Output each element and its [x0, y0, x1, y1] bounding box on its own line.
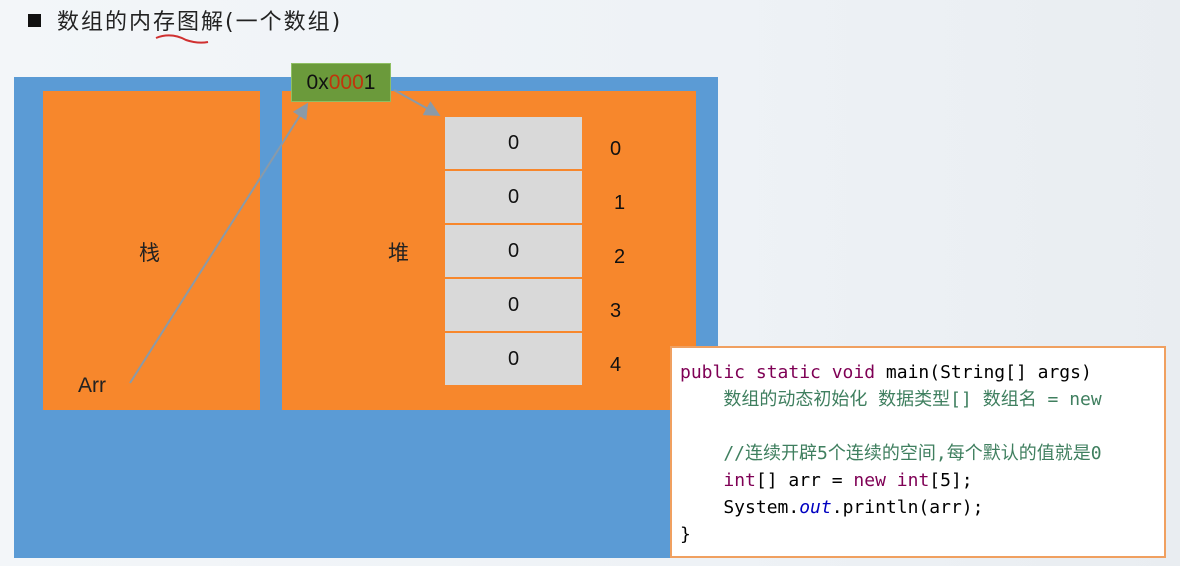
- address-mid: 000: [328, 71, 364, 94]
- code-line-5: int[] arr = new int[5];: [723, 470, 973, 491]
- address-arrow: [393, 89, 441, 116]
- code-line-4: //连续开辟5个连续的空间,每个默认的值就是0: [680, 443, 1102, 464]
- code-line-6: System.out.println(arr);: [680, 497, 984, 518]
- reference-arrow: [129, 102, 309, 384]
- address-suffix: 1: [363, 71, 376, 94]
- address-prefix: 0x: [306, 71, 329, 94]
- code-line-7: }: [680, 524, 691, 545]
- red-underline: [155, 34, 209, 44]
- code-snippet: public static void main(String[] args) 数…: [670, 346, 1166, 558]
- code-line-2: 数组的动态初始化 数据类型[] 数组名 = new: [680, 389, 1102, 410]
- address-box: 0x0001: [291, 63, 391, 102]
- code-line-1: public static void main(String[] args): [680, 362, 1092, 383]
